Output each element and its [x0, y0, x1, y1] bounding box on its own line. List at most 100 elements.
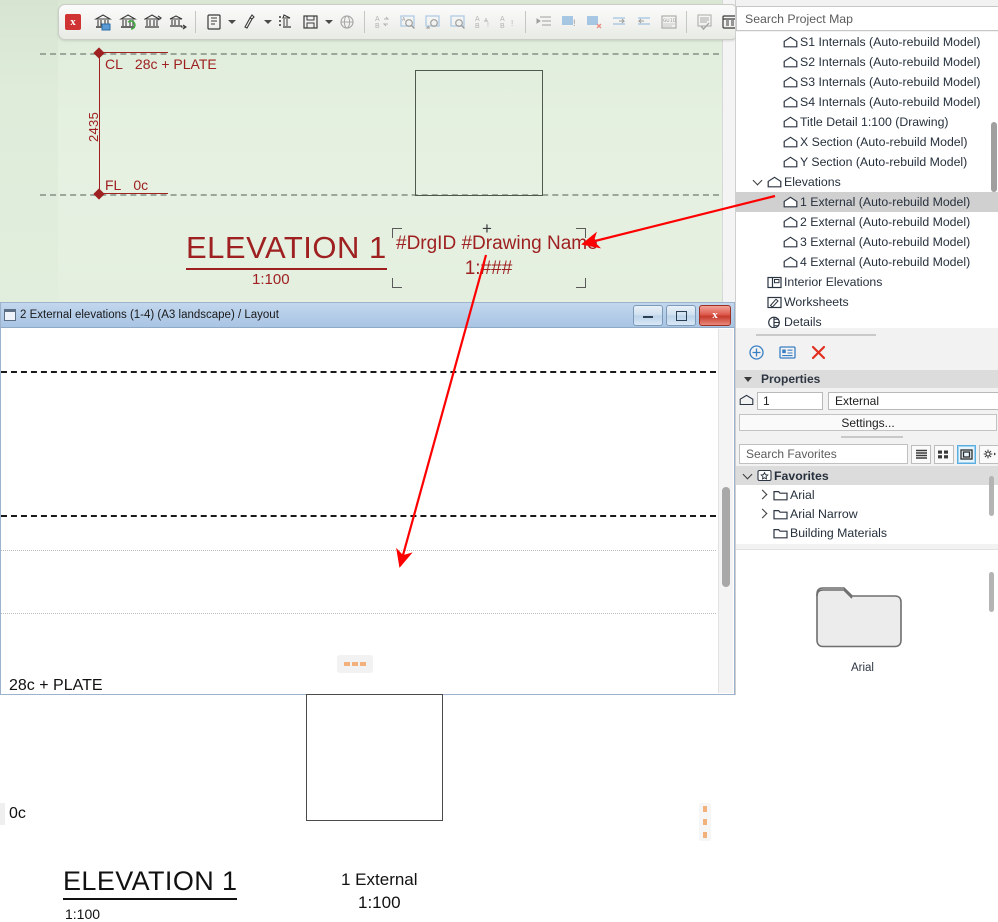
- publish-model-icon[interactable]: [90, 8, 115, 36]
- favorites-preview-scrollbar-thumb[interactable]: [989, 572, 994, 612]
- elevation-name-field[interactable]: External: [828, 391, 998, 410]
- favorites-item-building-materials[interactable]: Building Materials: [736, 523, 998, 542]
- drawing-title-placeholder[interactable]: + #DrgID #Drawing Name 1:###: [392, 220, 598, 288]
- chevron-down-icon-3[interactable]: [323, 8, 334, 36]
- project-map-item-s4-internals-auto-rebuild-model[interactable]: S4 Internals (Auto-rebuild Model): [736, 92, 998, 112]
- find-drawing-icon[interactable]: A: [395, 8, 420, 36]
- delete-icon[interactable]: [810, 344, 827, 364]
- favorites-item-favorites[interactable]: Favorites: [736, 466, 998, 485]
- minimize-button[interactable]: [633, 305, 663, 326]
- project-map-item-label: Title Detail 1:100 (Drawing): [800, 115, 949, 129]
- dimension-node-top: [93, 47, 105, 59]
- story-level-line-bottom: [40, 194, 719, 196]
- list-view-button[interactable]: [911, 444, 931, 464]
- properties-row[interactable]: 1 External: [736, 391, 998, 410]
- project-map-item-elevations[interactable]: Elevations: [736, 172, 998, 192]
- project-map-item-x-section-auto-rebuild-model[interactable]: X Section (Auto-rebuild Model): [736, 132, 998, 152]
- layout-opening-rect: [306, 694, 443, 821]
- chevron-down-icon[interactable]: [750, 172, 764, 192]
- chevron-down-icon[interactable]: [226, 8, 237, 36]
- properties-section-header[interactable]: Properties: [736, 370, 998, 388]
- rename-settings-icon[interactable]: [779, 345, 796, 363]
- favorites-tree-scrollbar-thumb[interactable]: [989, 476, 994, 516]
- project-map-item-details[interactable]: Details: [736, 312, 998, 328]
- place-drawing-icon[interactable]: [140, 8, 165, 36]
- project-map-item-s1-internals-auto-rebuild-model[interactable]: S1 Internals (Auto-rebuild Model): [736, 32, 998, 52]
- project-map-scrollbar-thumb[interactable]: [991, 122, 997, 192]
- handle-bottom-right[interactable]: [576, 278, 586, 288]
- project-map-item-interior-elevations[interactable]: Interior Elevations: [736, 272, 998, 292]
- find-drawing-fwd-icon[interactable]: [445, 8, 470, 36]
- close-icon[interactable]: x: [65, 14, 81, 30]
- panel-splitter[interactable]: [736, 330, 998, 340]
- favorites-preview-pane[interactable]: Arial: [736, 549, 998, 696]
- navigator-panel[interactable]: Search Project Map S1 Internals (Auto-re…: [735, 0, 998, 696]
- properties-toolbar[interactable]: [736, 341, 998, 367]
- favorites-item-arial[interactable]: Arial: [736, 485, 998, 504]
- chevron-right-icon[interactable]: [756, 485, 770, 505]
- layout-scrollbar-thumb[interactable]: [722, 487, 730, 587]
- project-map-item-1-external-auto-rebuild-model[interactable]: 1 External (Auto-rebuild Model): [736, 192, 998, 212]
- maximize-button[interactable]: [666, 305, 696, 326]
- project-map-item-title-detail-1-100-drawing[interactable]: Title Detail 1:100 (Drawing): [736, 112, 998, 132]
- autotext-icon[interactable]: AB: [370, 8, 395, 36]
- project-map-item-worksheets[interactable]: Worksheets: [736, 292, 998, 312]
- project-map-item-4-external-auto-rebuild-model[interactable]: 4 External (Auto-rebuild Model): [736, 252, 998, 272]
- favorites-item-label: Building Materials: [790, 525, 888, 540]
- chevron-down-icon[interactable]: [740, 466, 754, 486]
- layout-canvas[interactable]: [1, 328, 734, 694]
- save-icon[interactable]: [298, 8, 323, 36]
- favorites-item-arial-narrow[interactable]: Arial Narrow: [736, 504, 998, 523]
- publish-web-icon[interactable]: [334, 8, 359, 36]
- project-map-item-s2-internals-auto-rebuild-model[interactable]: S2 Internals (Auto-rebuild Model): [736, 52, 998, 72]
- mark-blue-icon[interactable]: !: [556, 8, 581, 36]
- document-toolbar[interactable]: x AB A A B! A B! ! GUID: [58, 4, 738, 40]
- model-elevation-scale: 1:100: [252, 271, 290, 288]
- chevron-right-icon[interactable]: [756, 504, 770, 524]
- add-icon[interactable]: [748, 344, 765, 364]
- move-left-icon[interactable]: [631, 8, 656, 36]
- settings-button[interactable]: Settings...: [739, 414, 997, 431]
- project-map-item-2-external-auto-rebuild-model[interactable]: 2 External (Auto-rebuild Model): [736, 212, 998, 232]
- favorites-tree[interactable]: Favorites Arial Arial Narrow Building Mater…: [736, 466, 998, 544]
- level-tag-top: CL: [105, 56, 123, 72]
- master-layout-icon[interactable]: [237, 8, 262, 36]
- layout-book-icon[interactable]: [273, 8, 298, 36]
- window-controls[interactable]: x: [633, 305, 731, 326]
- elevation-id-field[interactable]: 1: [757, 391, 823, 410]
- close-window-button[interactable]: x: [699, 305, 731, 326]
- project-map-item-3-external-auto-rebuild-model[interactable]: 3 External (Auto-rebuild Model): [736, 232, 998, 252]
- search-project-map-input[interactable]: Search Project Map: [736, 6, 998, 31]
- model-elevation-view[interactable]: 2435 CL 28c + PLATE FL 0c ELEVATION 1 1:10…: [0, 0, 735, 302]
- elevation-marker-icon: [780, 112, 800, 132]
- refresh-model-icon[interactable]: [115, 8, 140, 36]
- project-map-item-label: S3 Internals (Auto-rebuild Model): [800, 75, 981, 89]
- grid-view-button[interactable]: [933, 444, 954, 464]
- search-favorites-input[interactable]: Search Favorites: [739, 444, 909, 464]
- layout-vertical-scrollbar[interactable]: [718, 329, 733, 693]
- rename-alt-icon[interactable]: A B!: [495, 8, 520, 36]
- layout-window[interactable]: 2 External elevations (1-4) (A3 landscap…: [0, 302, 735, 922]
- handle-top-right[interactable]: [576, 228, 586, 238]
- update-drawing-icon[interactable]: [165, 8, 190, 36]
- project-map-tree[interactable]: S1 Internals (Auto-rebuild Model) S2 Inte…: [736, 32, 998, 328]
- chevron-down-icon-2[interactable]: [262, 8, 273, 36]
- unmark-blue-icon[interactable]: [581, 8, 606, 36]
- move-right-icon[interactable]: [606, 8, 631, 36]
- project-map-item-y-section-auto-rebuild-model[interactable]: Y Section (Auto-rebuild Model): [736, 152, 998, 172]
- check-layout-icon[interactable]: [692, 8, 717, 36]
- guid-icon[interactable]: GUID: [656, 8, 681, 36]
- worksheet-icon: [764, 292, 784, 312]
- handle-top-left[interactable]: [392, 228, 402, 238]
- favorites-splitter[interactable]: [736, 434, 998, 443]
- project-map-item-s3-internals-auto-rebuild-model[interactable]: S3 Internals (Auto-rebuild Model): [736, 72, 998, 92]
- new-layout-icon[interactable]: [201, 8, 226, 36]
- rename-icon[interactable]: A B!: [470, 8, 495, 36]
- indent-icon[interactable]: [531, 8, 556, 36]
- handle-bottom-left[interactable]: [392, 278, 402, 288]
- favorites-options-button[interactable]: [979, 444, 998, 464]
- favorites-toolbar[interactable]: Search Favorites: [736, 443, 998, 465]
- layout-window-titlebar[interactable]: 2 External elevations (1-4) (A3 landscap…: [1, 303, 734, 328]
- large-icon-view-button[interactable]: [956, 444, 977, 464]
- find-drawing-back-icon[interactable]: [420, 8, 445, 36]
